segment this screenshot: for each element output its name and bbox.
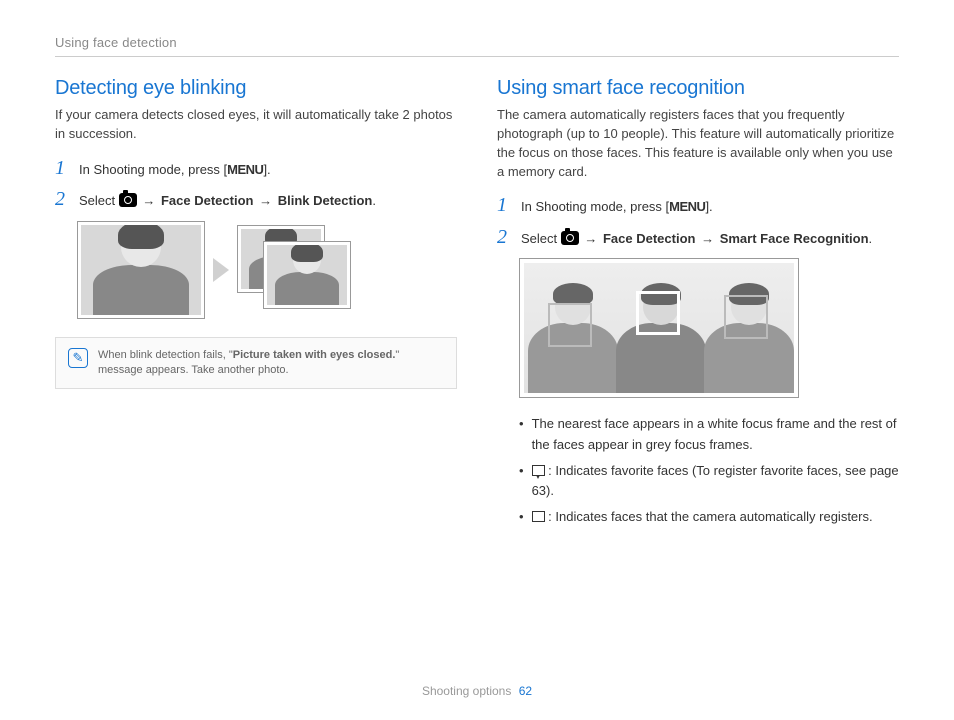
step2-text: Select (79, 193, 119, 208)
arrow: → (695, 231, 719, 246)
page-footer: Shooting options 62 (0, 684, 954, 698)
bullet-2: • : Indicates favorite faces (To registe… (519, 461, 899, 501)
left-column: Detecting eye blinking If your camera de… (55, 77, 457, 533)
step-number: 1 (55, 158, 69, 178)
step1-text-end: ]. (705, 199, 712, 214)
step-1-right: 1 In Shooting mode, press [MENU]. (497, 195, 899, 217)
intro-blink: If your camera detects closed eyes, it w… (55, 106, 457, 144)
photo-single (77, 221, 205, 319)
footer-section: Shooting options (422, 684, 511, 698)
step-1-left: 1 In Shooting mode, press [MENU]. (55, 158, 457, 180)
blink-detection-label: Blink Detection (278, 193, 373, 208)
bullet-1: •The nearest face appears in a white foc… (519, 414, 899, 454)
note-box: When blink detection fails, "Picture tak… (55, 337, 457, 390)
section-title-smart: Using smart face recognition (497, 77, 899, 100)
step1-text: In Shooting mode, press [ (521, 199, 669, 214)
page-number: 62 (519, 684, 532, 698)
focus-frame-grey (548, 303, 592, 347)
step-number: 2 (55, 189, 69, 209)
step1-text: In Shooting mode, press [ (79, 162, 227, 177)
step1-text-end: ]. (263, 162, 270, 177)
face-detection-label: Face Detection (603, 231, 695, 246)
group-illustration (519, 258, 799, 398)
divider (55, 56, 899, 57)
step-number: 2 (497, 227, 511, 247)
arrow: → (579, 231, 603, 246)
focus-frame-grey (724, 295, 768, 339)
face-detection-label: Face Detection (161, 193, 253, 208)
arrow: → (137, 193, 161, 208)
section-title-blink: Detecting eye blinking (55, 77, 457, 100)
right-column: Using smart face recognition The camera … (497, 77, 899, 533)
step-2-left: 2 Select → Face Detection → Blink Detect… (55, 189, 457, 211)
photo-stack (237, 225, 347, 315)
step-number: 1 (497, 195, 511, 215)
arrow: → (253, 193, 277, 208)
camera-icon (561, 231, 579, 245)
breadcrumb: Using face detection (55, 35, 899, 50)
favorite-frame-icon (532, 465, 545, 476)
menu-label: MENU (227, 162, 263, 177)
step2-text-end: . (372, 193, 376, 208)
menu-label: MENU (669, 199, 705, 214)
step2-text-end: . (869, 231, 873, 246)
bullet-3: • : Indicates faces that the camera auto… (519, 507, 899, 527)
camera-icon (119, 193, 137, 207)
step2-text: Select (521, 231, 561, 246)
auto-frame-icon (532, 511, 545, 522)
note-text: When blink detection fails, "Picture tak… (98, 348, 444, 379)
arrow-icon (213, 258, 229, 282)
blink-illustration (77, 221, 457, 319)
note-icon (68, 348, 88, 368)
intro-smart: The camera automatically registers faces… (497, 106, 899, 181)
focus-frame-white (636, 291, 680, 335)
smart-face-label: Smart Face Recognition (720, 231, 869, 246)
step-2-right: 2 Select → Face Detection → Smart Face R… (497, 227, 899, 249)
